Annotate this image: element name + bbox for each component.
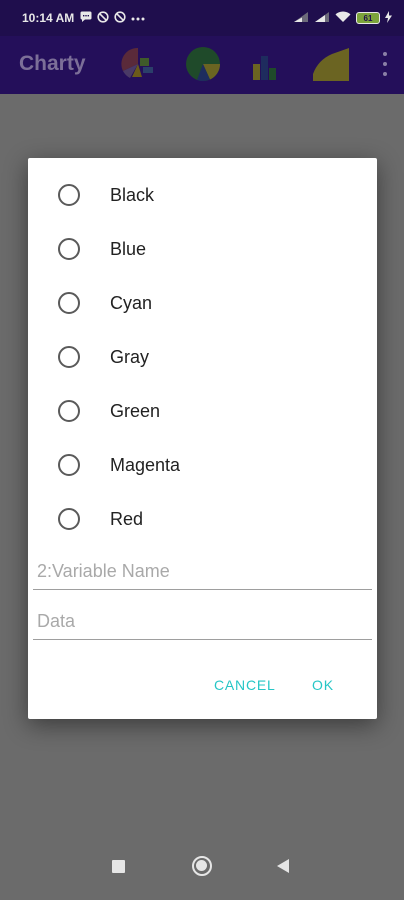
data-field[interactable] bbox=[33, 604, 372, 640]
pie-chart-icon[interactable] bbox=[120, 44, 156, 89]
battery-level: 61 bbox=[363, 13, 373, 23]
color-picker-dialog: Black Blue Cyan Gray Green Magenta Red 2… bbox=[28, 158, 377, 719]
color-option-cyan[interactable]: Cyan bbox=[28, 276, 377, 330]
color-option-label: Blue bbox=[110, 238, 147, 259]
radio-button[interactable] bbox=[58, 400, 80, 422]
radio-button[interactable] bbox=[58, 238, 80, 260]
color-option-gray[interactable]: Gray bbox=[28, 330, 377, 384]
color-option-magenta[interactable]: Magenta bbox=[28, 438, 377, 492]
home-icon[interactable] bbox=[192, 856, 212, 876]
battery-icon: 61 bbox=[356, 12, 380, 24]
screen: 10:14 AM 61 Charty Black Blue Cyan Gray … bbox=[0, 0, 404, 900]
variable-name-input[interactable] bbox=[33, 554, 372, 589]
data-input[interactable] bbox=[33, 604, 372, 639]
wifi-icon bbox=[335, 11, 351, 26]
radio-button[interactable] bbox=[58, 454, 80, 476]
color-option-label: Magenta bbox=[110, 454, 181, 475]
color-option-green[interactable]: Green bbox=[28, 384, 377, 438]
more-dots-icon bbox=[131, 12, 145, 24]
bar-chart-icon[interactable] bbox=[250, 44, 280, 89]
blocked-icon bbox=[114, 10, 126, 26]
navigation-bar bbox=[0, 846, 404, 900]
radio-button[interactable] bbox=[58, 292, 80, 314]
recents-icon[interactable] bbox=[112, 860, 125, 873]
color-option-label: Gray bbox=[110, 346, 150, 367]
ok-button[interactable]: OK bbox=[312, 672, 334, 698]
color-option-label: Black bbox=[110, 184, 155, 205]
radio-button[interactable] bbox=[58, 346, 80, 368]
radio-button[interactable] bbox=[58, 184, 80, 206]
color-option-black[interactable]: Black bbox=[28, 168, 377, 222]
message-icon bbox=[80, 11, 92, 25]
area-chart-icon[interactable] bbox=[312, 44, 350, 89]
color-option-blue[interactable]: Blue bbox=[28, 222, 377, 276]
donut-chart-icon[interactable] bbox=[183, 44, 223, 89]
signal-icon bbox=[293, 11, 309, 26]
radio-button[interactable] bbox=[58, 508, 80, 530]
app-title: Charty bbox=[19, 52, 86, 75]
cancel-button[interactable]: CANCEL bbox=[214, 672, 276, 698]
blocked-icon bbox=[97, 10, 109, 26]
status-bar: 10:14 AM 61 bbox=[0, 0, 404, 36]
variable-name-field[interactable] bbox=[33, 554, 372, 590]
back-icon[interactable] bbox=[277, 859, 289, 873]
color-option-label: Red bbox=[110, 508, 144, 529]
status-time: 10:14 AM bbox=[22, 11, 75, 25]
color-option-label: Green bbox=[110, 400, 161, 421]
status-right-icons: 61 bbox=[293, 10, 392, 26]
color-option-red[interactable]: Red bbox=[28, 492, 377, 546]
signal-icon bbox=[314, 11, 330, 26]
app-bar: Charty bbox=[0, 36, 404, 94]
overflow-menu-icon[interactable] bbox=[382, 52, 388, 76]
color-option-label: Cyan bbox=[110, 292, 153, 313]
charging-icon bbox=[385, 10, 392, 26]
